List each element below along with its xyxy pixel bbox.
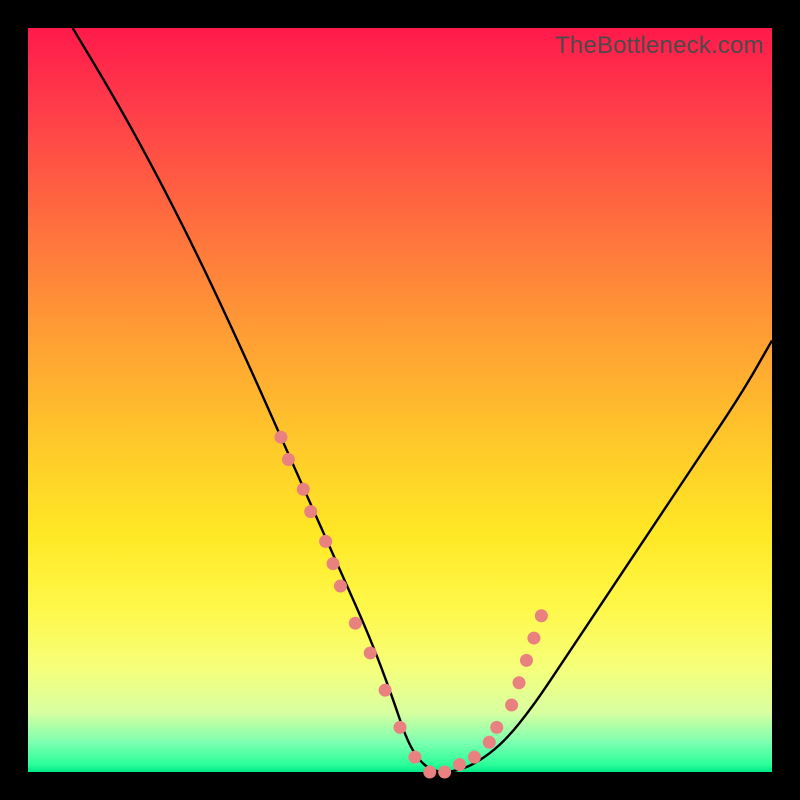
curve-marker [408, 751, 421, 764]
curve-marker [468, 751, 481, 764]
curve-marker [520, 654, 533, 667]
curve-marker [379, 684, 392, 697]
curve-marker [349, 617, 362, 630]
curve-marker [327, 557, 340, 570]
curve-marker [394, 721, 407, 734]
curve-marker [274, 431, 287, 444]
curve-marker [304, 505, 317, 518]
curve-marker [334, 580, 347, 593]
curve-marker [483, 736, 496, 749]
chart-frame: TheBottleneck.com [0, 0, 800, 800]
curve-marker [453, 758, 466, 771]
curve-marker [535, 609, 548, 622]
bottleneck-curve [73, 28, 772, 772]
curve-marker [438, 766, 451, 779]
curve-marker [282, 453, 295, 466]
curve-marker [319, 535, 332, 548]
curve-markers [274, 431, 547, 779]
plot-area: TheBottleneck.com [28, 28, 772, 772]
curve-marker [423, 766, 436, 779]
curve-marker [364, 646, 377, 659]
curve-marker [513, 676, 526, 689]
curve-marker [527, 632, 540, 645]
curve-marker [490, 721, 503, 734]
curve-marker [505, 699, 518, 712]
curve-svg [28, 28, 772, 772]
curve-marker [297, 483, 310, 496]
